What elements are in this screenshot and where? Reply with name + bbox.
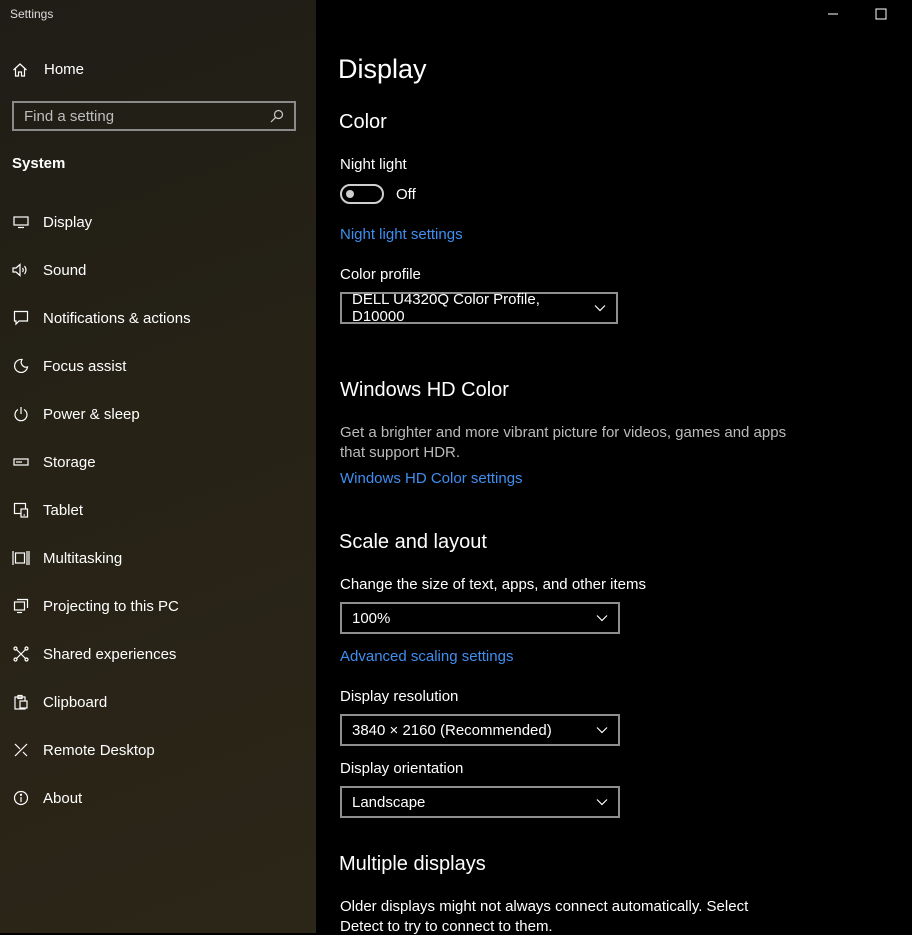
orientation-dropdown[interactable]: Landscape (340, 786, 620, 818)
about-icon (11, 788, 31, 808)
sidebar-item-label: About (43, 789, 83, 807)
sidebar-item-focus-assist[interactable]: Focus assist (0, 342, 316, 390)
night-light-label: Night light (340, 156, 407, 173)
shared-experiences-icon (11, 644, 31, 664)
home-label: Home (44, 61, 85, 78)
color-heading: Color (339, 111, 387, 133)
search-icon[interactable] (270, 109, 288, 123)
chevron-down-icon (596, 798, 608, 806)
sidebar-item-label: Shared experiences (43, 645, 177, 663)
sidebar-item-label: Storage (43, 453, 96, 471)
resolution-dropdown[interactable]: 3840 × 2160 (Recommended) (340, 714, 620, 746)
search-input[interactable] (14, 106, 270, 126)
storage-icon (11, 452, 31, 472)
power-icon (11, 404, 31, 424)
toggle-knob (346, 190, 354, 198)
sidebar-item-label: Power & sleep (43, 405, 140, 423)
hd-color-heading: Windows HD Color (340, 379, 509, 401)
sidebar-item-storage[interactable]: Storage (0, 438, 316, 486)
hd-color-settings-link[interactable]: Windows HD Color settings (340, 470, 523, 487)
sidebar: Settings Home System Display Sound Notif… (0, 0, 316, 933)
orientation-label: Display orientation (340, 760, 464, 777)
night-light-settings-link[interactable]: Night light settings (340, 226, 463, 243)
sidebar-item-shared-experiences[interactable]: Shared experiences (0, 630, 316, 678)
section-title: System (12, 155, 66, 172)
sidebar-item-projecting[interactable]: Projecting to this PC (0, 582, 316, 630)
chevron-down-icon (594, 304, 606, 312)
dropdown-value: Landscape (352, 793, 426, 811)
dropdown-value: DELL U4320Q Color Profile, D10000 (352, 291, 540, 325)
night-light-toggle[interactable]: Off (340, 184, 416, 204)
sidebar-item-label: Projecting to this PC (43, 597, 179, 615)
multiple-displays-heading: Multiple displays (339, 853, 486, 875)
sidebar-item-label: Focus assist (43, 357, 127, 375)
projecting-icon (11, 596, 31, 616)
clipboard-icon (11, 692, 31, 712)
sidebar-item-label: Multitasking (43, 549, 123, 567)
dropdown-value: 3840 × 2160 (Recommended) (352, 721, 552, 739)
sidebar-item-remote-desktop[interactable]: Remote Desktop (0, 726, 316, 774)
sidebar-item-label: Remote Desktop (43, 741, 155, 759)
sidebar-item-label: Display (43, 213, 93, 231)
sidebar-item-power-sleep[interactable]: Power & sleep (0, 390, 316, 438)
multiple-displays-description-line1: Older displays might not always connect … (340, 898, 749, 915)
dropdown-value: 100% (352, 609, 391, 627)
sidebar-item-label: Notifications & actions (43, 309, 191, 327)
sidebar-item-label: Sound (43, 261, 87, 279)
advanced-scaling-link[interactable]: Advanced scaling settings (340, 648, 513, 665)
focus-assist-icon (11, 356, 31, 376)
scale-dropdown[interactable]: 100% (340, 602, 620, 634)
toggle-switch[interactable] (340, 184, 384, 204)
resolution-label: Display resolution (340, 688, 459, 705)
toggle-state: Off (396, 185, 416, 203)
search-box[interactable] (12, 101, 296, 131)
home-link[interactable]: Home (12, 61, 84, 78)
size-label: Change the size of text, apps, and other… (340, 576, 647, 593)
window-title: Settings (10, 7, 54, 21)
tablet-icon (11, 500, 31, 520)
hd-color-description-line1: Get a brighter and more vibrant picture … (340, 424, 787, 441)
sidebar-item-label: Tablet (43, 501, 84, 519)
sidebar-item-about[interactable]: About (0, 774, 316, 822)
hd-color-description-line2: that support HDR. (340, 444, 461, 461)
color-profile-label: Color profile (340, 266, 421, 283)
sidebar-nav: Display Sound Notifications & actions Fo… (0, 198, 316, 822)
sidebar-item-label: Clipboard (43, 693, 108, 711)
sidebar-item-clipboard[interactable]: Clipboard (0, 678, 316, 726)
sidebar-item-tablet[interactable]: Tablet (0, 486, 316, 534)
notifications-icon (11, 308, 31, 328)
multiple-displays-description-line2: Detect to try to connect to them. (340, 918, 553, 935)
sidebar-item-multitasking[interactable]: Multitasking (0, 534, 316, 582)
sidebar-item-notifications[interactable]: Notifications & actions (0, 294, 316, 342)
remote-desktop-icon (11, 740, 31, 760)
color-profile-dropdown[interactable]: DELL U4320Q Color Profile, D10000 (340, 291, 618, 325)
chevron-down-icon (596, 726, 608, 734)
chevron-down-icon (596, 614, 608, 622)
display-icon (11, 212, 31, 232)
multitasking-icon (11, 548, 31, 568)
home-icon (12, 62, 32, 78)
scale-layout-heading: Scale and layout (339, 531, 487, 553)
sidebar-item-display[interactable]: Display (0, 198, 316, 246)
sidebar-item-sound[interactable]: Sound (0, 246, 316, 294)
main-content: Display Color Night light Off Night ligh… (316, 0, 912, 935)
sound-icon (11, 260, 31, 280)
page-title: Display (338, 54, 427, 84)
